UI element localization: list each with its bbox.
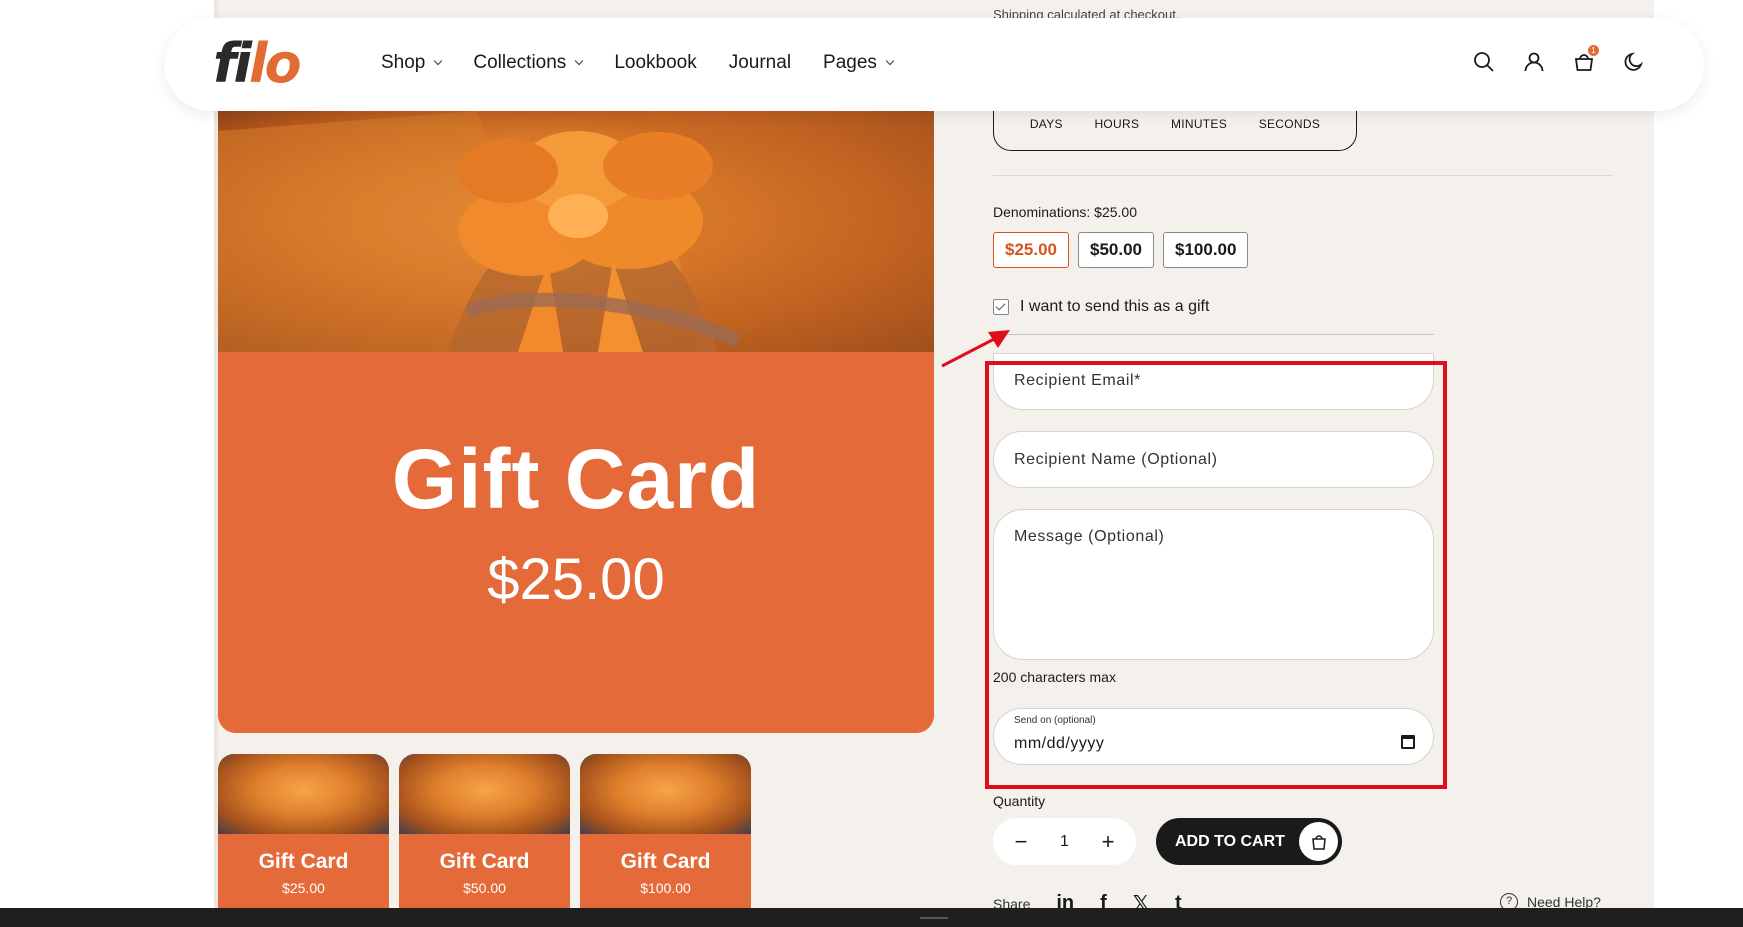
theme-toggle-icon[interactable]: [1622, 50, 1646, 74]
add-to-cart-button[interactable]: ADD TO CART: [1156, 818, 1342, 865]
bottom-bar: [0, 908, 1743, 927]
site-header: filo Shop Collections Lookbook Journal P…: [164, 18, 1704, 111]
section-divider: [993, 175, 1613, 176]
nav-journal[interactable]: Journal: [729, 52, 791, 74]
denomination-50-button[interactable]: $50.00: [1078, 232, 1154, 268]
header-icons: 1: [1472, 45, 1646, 74]
denominations-label: Denominations: $25.00: [993, 204, 1137, 220]
gift-box-photo: [218, 111, 934, 352]
send-as-gift-checkbox[interactable]: [993, 299, 1009, 315]
main-nav: Shop Collections Lookbook Journal Pages: [381, 52, 925, 74]
countdown-labels: DAYS HOURS MINUTES SECONDS: [994, 117, 1356, 131]
search-icon[interactable]: [1472, 50, 1496, 74]
bottom-handle[interactable]: [920, 917, 948, 919]
thumbnail-photo: [399, 754, 570, 834]
thumbnail-price: $50.00: [463, 880, 506, 896]
countdown-minutes-label: MINUTES: [1170, 117, 1228, 131]
gift-card-price: $25.00: [487, 547, 665, 612]
annotation-arrow-icon: [941, 330, 1010, 368]
send-as-gift-row[interactable]: I want to send this as a gift: [993, 298, 1209, 316]
gift-card-band: [218, 352, 934, 733]
quantity-label: Quantity: [993, 793, 1046, 809]
chevron-down-icon: [885, 56, 895, 66]
thumbnail-gallery: Gift Card $25.00 Gift Card $50.00 Gift C…: [218, 754, 751, 914]
cart-count-badge: 1: [1588, 45, 1599, 56]
thumbnail-price: $100.00: [640, 880, 691, 896]
thumbnail-50[interactable]: Gift Card $50.00: [399, 754, 570, 914]
quantity-stepper: − 1 +: [993, 818, 1136, 865]
page: Shipping calculated at checkout. DAYS HO…: [0, 0, 1743, 927]
account-icon[interactable]: [1522, 50, 1546, 74]
gift-divider: [993, 334, 1434, 335]
denomination-25-button[interactable]: $25.00: [993, 232, 1069, 268]
countdown-hours-label: HOURS: [1094, 117, 1140, 131]
chevron-down-icon: [575, 56, 584, 66]
shopping-bag-icon: [1299, 822, 1338, 861]
countdown-seconds-label: SECONDS: [1258, 117, 1321, 131]
thumbnail-title: Gift Card: [258, 850, 349, 873]
thumbnail-100[interactable]: Gift Card $100.00: [580, 754, 751, 914]
thumbnail-price: $25.00: [282, 880, 325, 896]
product-main-image[interactable]: Gift Card $25.00: [218, 111, 934, 733]
cart-icon[interactable]: 1: [1572, 45, 1599, 74]
gift-bow-illustration: [218, 111, 934, 352]
thumbnail-photo: [218, 754, 389, 834]
nav-collections[interactable]: Collections: [473, 52, 584, 74]
thumbnail-photo: [580, 754, 751, 834]
nav-shop[interactable]: Shop: [381, 52, 443, 74]
add-to-cart-label: ADD TO CART: [1175, 833, 1285, 850]
countdown-days-label: DAYS: [1029, 117, 1063, 131]
highlight-box: [985, 361, 1447, 789]
nav-journal-label: Journal: [728, 52, 792, 73]
chevron-down-icon: [434, 56, 443, 66]
nav-pages[interactable]: Pages: [823, 52, 895, 74]
denomination-options: $25.00 $50.00 $100.00: [993, 232, 1249, 268]
nav-pages-label: Pages: [823, 52, 877, 73]
quantity-increase-button[interactable]: +: [1098, 829, 1118, 855]
thumbnail-title: Gift Card: [439, 850, 530, 873]
nav-lookbook[interactable]: Lookbook: [614, 52, 696, 74]
quantity-decrease-button[interactable]: −: [1011, 829, 1031, 855]
send-as-gift-label[interactable]: I want to send this as a gift: [1020, 298, 1209, 316]
quantity-value[interactable]: 1: [1060, 833, 1069, 851]
nav-lookbook-label: Lookbook: [614, 52, 697, 73]
thumbnail-25[interactable]: Gift Card $25.00: [218, 754, 389, 914]
logo-part-1: fi: [213, 32, 252, 95]
nav-collections-label: Collections: [473, 52, 567, 73]
logo-part-2: lo: [249, 32, 302, 95]
gift-card-title: Gift Card: [391, 432, 761, 526]
denomination-100-button[interactable]: $100.00: [1163, 232, 1249, 268]
thumbnail-title: Gift Card: [620, 850, 711, 873]
brand-logo[interactable]: filo: [213, 32, 302, 95]
nav-shop-label: Shop: [381, 52, 426, 73]
